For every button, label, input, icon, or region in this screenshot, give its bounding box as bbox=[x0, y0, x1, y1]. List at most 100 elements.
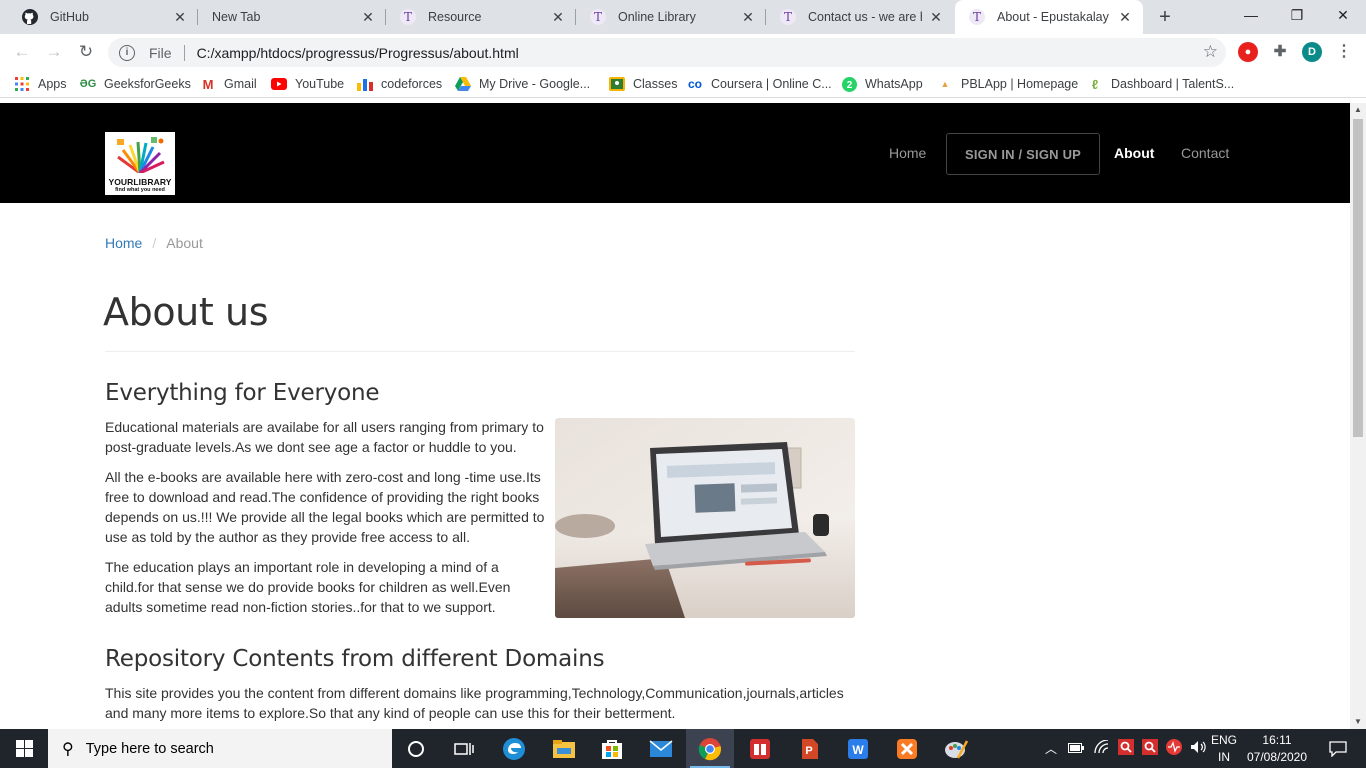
health-monitor-icon[interactable] bbox=[1166, 739, 1182, 758]
browser-tab-strip: GitHub ✕ New Tab ✕ T Resource ✕ T Online… bbox=[0, 0, 1366, 34]
scroll-up-arrow-icon[interactable]: ▲ bbox=[1350, 103, 1366, 117]
reload-icon[interactable]: ↻ bbox=[74, 40, 98, 64]
wps-writer-icon[interactable]: W bbox=[834, 729, 882, 768]
wifi-icon[interactable] bbox=[1094, 739, 1110, 757]
breadcrumb-home-link[interactable]: Home bbox=[105, 235, 142, 251]
search-red-tray-icon[interactable] bbox=[1118, 739, 1134, 758]
taskbar-search-box[interactable]: ⚲ Type here to search bbox=[48, 729, 392, 768]
close-icon[interactable]: ✕ bbox=[550, 9, 566, 25]
tab-about-active[interactable]: T About - Epustakalay ✕ bbox=[955, 0, 1143, 34]
close-icon[interactable]: ✕ bbox=[1117, 9, 1133, 25]
bookmark-youtube[interactable]: YouTube bbox=[271, 76, 344, 92]
breadcrumb: Home / About bbox=[105, 235, 203, 251]
search-placeholder: Type here to search bbox=[85, 740, 214, 757]
scroll-down-arrow-icon[interactable]: ▼ bbox=[1350, 715, 1366, 729]
bookmark-classes[interactable]: Classes bbox=[609, 76, 677, 92]
bookmark-label: Dashboard | TalentS... bbox=[1111, 77, 1235, 91]
breadcrumb-separator: / bbox=[152, 235, 157, 251]
signin-signup-button[interactable]: SIGN IN / SIGN UP bbox=[946, 133, 1100, 175]
windows-start-button[interactable] bbox=[0, 729, 48, 768]
system-clock[interactable]: 16:11 07/08/2020 bbox=[1240, 732, 1314, 766]
reader-app-icon[interactable] bbox=[736, 729, 784, 768]
powerpoint-icon[interactable]: P bbox=[785, 729, 833, 768]
bookmark-google-drive[interactable]: My Drive - Google... bbox=[455, 76, 590, 92]
tab-github[interactable]: GitHub ✕ bbox=[8, 0, 198, 34]
tab-online-library[interactable]: T Online Library ✕ bbox=[576, 0, 766, 34]
tab-label: About - Epustakalay bbox=[997, 10, 1109, 24]
mail-icon[interactable] bbox=[637, 729, 685, 768]
restore-button[interactable]: ❐ bbox=[1274, 0, 1320, 32]
system-tray: ︿ bbox=[1044, 729, 1206, 768]
search-red-tray-icon[interactable] bbox=[1142, 739, 1158, 758]
language-code: ENG bbox=[1210, 733, 1237, 747]
tab-new-tab[interactable]: New Tab ✕ bbox=[198, 0, 386, 34]
show-hidden-icons-chevron-icon[interactable]: ︿ bbox=[1044, 740, 1058, 757]
page-scrollbar[interactable]: ▲ ▼ bbox=[1350, 103, 1366, 729]
url-text[interactable]: C:/xampp/htdocs/progressus/Progressus/ab… bbox=[197, 45, 519, 61]
pblapp-icon: ▲ bbox=[940, 79, 950, 89]
bookmark-whatsapp[interactable]: 2 WhatsApp bbox=[841, 76, 923, 92]
bookmark-coursera[interactable]: co Coursera | Online C... bbox=[687, 76, 832, 92]
bookmark-talentsprint[interactable]: ℓ Dashboard | TalentS... bbox=[1087, 76, 1234, 92]
minimize-button[interactable]: — bbox=[1228, 0, 1274, 32]
forward-arrow-icon[interactable]: → bbox=[42, 40, 66, 64]
battery-icon[interactable] bbox=[1068, 742, 1084, 756]
back-arrow-icon[interactable]: ← bbox=[10, 40, 34, 64]
bookmark-gmail[interactable]: M Gmail bbox=[200, 76, 257, 92]
address-bar[interactable]: i File C:/xampp/htdocs/progressus/Progre… bbox=[108, 38, 1226, 67]
info-icon[interactable]: i bbox=[119, 44, 135, 61]
task-view-icon[interactable] bbox=[440, 729, 488, 768]
tab-label: New Tab bbox=[212, 10, 261, 24]
extension-adblock-icon[interactable]: ● bbox=[1238, 42, 1258, 62]
profile-avatar[interactable]: D bbox=[1302, 42, 1322, 62]
tab-resource[interactable]: T Resource ✕ bbox=[386, 0, 576, 34]
menu-kebab-icon[interactable]: ⋮ bbox=[1334, 42, 1354, 62]
google-classroom-icon bbox=[609, 76, 625, 92]
scrollbar-thumb[interactable] bbox=[1353, 119, 1363, 437]
bookmark-star-icon[interactable]: ☆ bbox=[1203, 42, 1218, 62]
microsoft-store-icon[interactable] bbox=[588, 729, 636, 768]
file-explorer-icon[interactable] bbox=[540, 729, 588, 768]
close-icon[interactable]: ✕ bbox=[172, 9, 188, 25]
paint-icon[interactable] bbox=[932, 729, 980, 768]
text-line: This site provides you the content from … bbox=[105, 685, 844, 701]
bookmark-geeksforgeeks[interactable]: ƏG GeeksforGeeks bbox=[80, 76, 191, 92]
close-icon[interactable]: ✕ bbox=[360, 9, 376, 25]
codeforces-icon bbox=[357, 76, 373, 92]
section-heading-everything: Everything for Everyone bbox=[105, 380, 380, 406]
site-favicon-icon: T bbox=[400, 9, 416, 25]
extensions-puzzle-icon[interactable]: ✚ bbox=[1270, 42, 1290, 62]
volume-icon[interactable] bbox=[1190, 740, 1206, 757]
bookmark-pblapp[interactable]: ▲ PBLApp | Homepage bbox=[937, 76, 1079, 92]
new-tab-plus-icon[interactable]: + bbox=[1153, 5, 1177, 29]
talentsprint-icon: ℓ bbox=[1091, 76, 1099, 92]
title-divider bbox=[105, 351, 855, 352]
bookmark-codeforces[interactable]: codeforces bbox=[357, 76, 442, 92]
nav-link-home[interactable]: Home bbox=[889, 145, 926, 161]
bookmark-label: PBLApp | Homepage bbox=[961, 77, 1079, 91]
close-icon[interactable]: ✕ bbox=[928, 9, 944, 25]
gmail-icon: M bbox=[202, 76, 214, 92]
xampp-icon[interactable] bbox=[883, 729, 931, 768]
site-favicon-icon: T bbox=[590, 9, 606, 25]
language-indicator[interactable]: ENG IN bbox=[1207, 732, 1241, 766]
close-icon[interactable]: ✕ bbox=[740, 9, 756, 25]
google-drive-icon bbox=[455, 76, 471, 92]
nav-link-about[interactable]: About bbox=[1114, 145, 1154, 161]
windows-logo-icon bbox=[15, 740, 33, 757]
text-line: depends on us.!!! We provide all the leg… bbox=[105, 509, 545, 525]
action-center-notification-icon[interactable] bbox=[1318, 729, 1358, 768]
chrome-taskbar-icon[interactable] bbox=[686, 729, 734, 768]
bookmark-apps[interactable]: Apps bbox=[14, 76, 67, 92]
nav-link-contact[interactable]: Contact bbox=[1181, 145, 1229, 161]
bookmark-label: YouTube bbox=[295, 77, 345, 91]
bookmark-label: codeforces bbox=[381, 77, 443, 91]
site-logo[interactable]: YOURLIBRARY find what you need bbox=[105, 132, 175, 195]
books-logo-icon bbox=[117, 137, 165, 173]
cortana-icon[interactable] bbox=[392, 729, 440, 768]
edge-browser-icon[interactable] bbox=[490, 729, 538, 768]
apps-grid-icon bbox=[14, 76, 30, 92]
close-window-button[interactable]: ✕ bbox=[1320, 0, 1366, 32]
url-scheme-label: File bbox=[149, 44, 172, 61]
tab-contact[interactable]: T Contact us - we are hap ✕ bbox=[766, 0, 954, 34]
